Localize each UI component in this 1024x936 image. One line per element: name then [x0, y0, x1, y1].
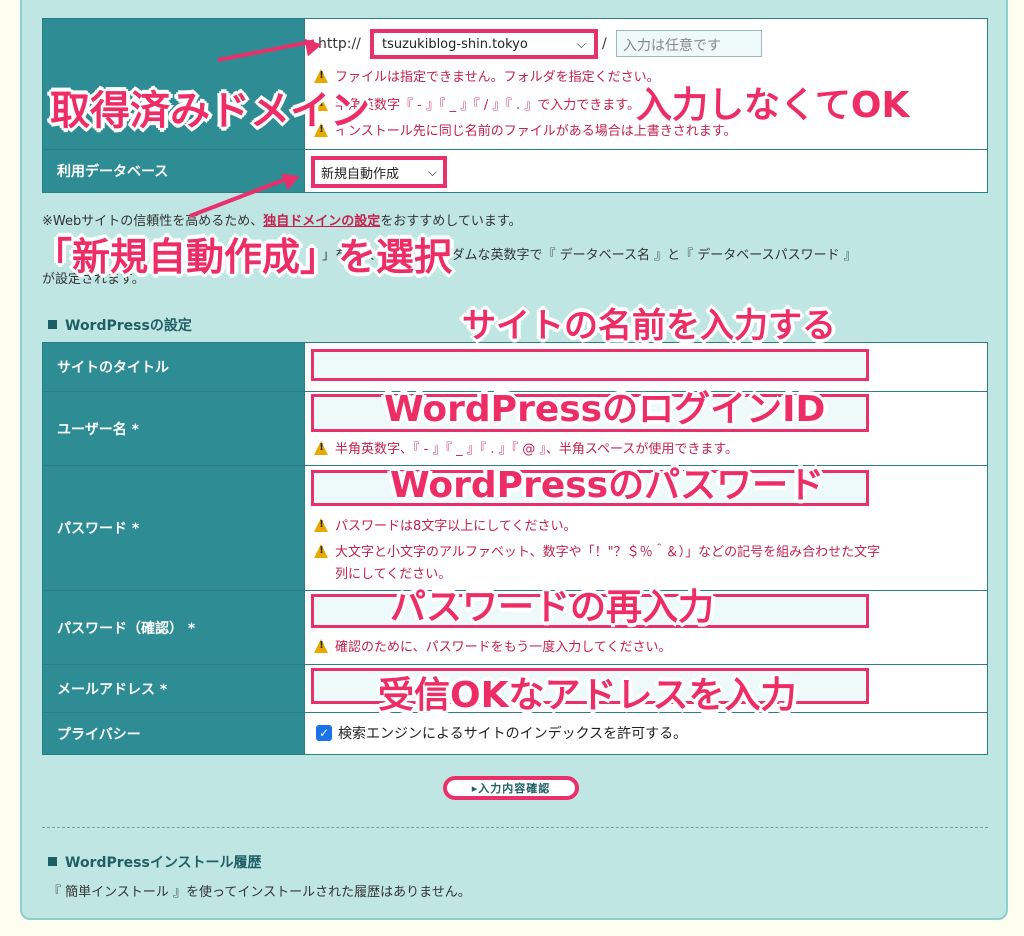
annotation-username: WordPressのログインID	[384, 389, 826, 430]
chevron-down-icon: ⌵	[576, 36, 586, 51]
install-history-title: WordPressインストール履歴	[48, 852, 262, 872]
username-warning: 半角英数字、『 - 』『 _ 』『 . 』『 @ 』、半角スペースが使用できます…	[314, 438, 738, 457]
chevron-down-icon: ⌵	[427, 164, 437, 179]
annotation-database: 「新規自動作成」を選択	[34, 235, 453, 279]
warning-icon	[314, 518, 329, 532]
database-select-value: 新規自動作成	[321, 166, 400, 182]
warning-icon	[314, 441, 329, 455]
wp-settings-title: WordPressの設定	[48, 315, 192, 335]
privacy-checkbox-label: 検索エンジンによるサイトのインデックスを許可する。	[338, 726, 688, 742]
password-warning-1: パスワードは8文字以上にしてください。	[314, 515, 577, 534]
path-separator: /	[602, 36, 607, 52]
privacy-label: プライバシー	[42, 712, 305, 755]
url-scheme: http://	[318, 36, 361, 52]
annotation-password: WordPressのパスワード	[390, 465, 825, 506]
confirm-input-label: ▸入力内容確認	[471, 782, 551, 795]
section-divider	[42, 827, 988, 828]
install-path-placeholder: 入力は任意です	[623, 38, 721, 54]
annotation-password-confirm: パスワードの再入力	[390, 587, 715, 628]
install-history-text: 『 簡単インストール 』を使ってインストールされた履歴はありません。	[48, 885, 471, 900]
annotation-email: 受信OKなアドレスを入力	[378, 675, 797, 716]
site-title-label: サイトのタイトル	[42, 342, 305, 392]
annotation-path: 入力しなくてOK	[636, 85, 910, 126]
password-warning-2: 大文字と小文字のアルファベット、数字や「！"？＄％＾＆）」などの記号を組み合わせ…	[314, 541, 880, 560]
privacy-option: ✓ 検索エンジンによるサイトのインデックスを許可する。	[316, 723, 687, 743]
password-confirm-warning: 確認のために、パスワードをもう一度入力してください。	[314, 636, 671, 655]
warning-icon	[314, 639, 329, 653]
install-path-input[interactable]: 入力は任意です	[616, 30, 762, 57]
database-select[interactable]: 新規自動作成 ⌵	[311, 156, 447, 188]
password-label: パスワード *	[42, 465, 305, 591]
email-label: メールアドレス *	[42, 664, 305, 713]
password-confirm-label: パスワード（確認） *	[42, 590, 305, 665]
site-title-input[interactable]	[311, 349, 869, 381]
warning-icon	[314, 544, 329, 558]
confirm-input-button[interactable]: ▸入力内容確認	[443, 776, 579, 800]
privacy-checkbox[interactable]: ✓	[316, 725, 332, 741]
annotation-site-title: サイトの名前を入力する	[462, 306, 836, 346]
domain-select-value: tsuzukiblog-shin.tokyo	[382, 36, 528, 52]
username-label: ユーザー名 *	[42, 391, 305, 466]
annotation-domain: 取得済みドメイン	[50, 88, 370, 134]
arrowhead-icon	[304, 35, 324, 57]
domain-select[interactable]: tsuzukiblog-shin.tokyo ⌵	[370, 29, 598, 59]
